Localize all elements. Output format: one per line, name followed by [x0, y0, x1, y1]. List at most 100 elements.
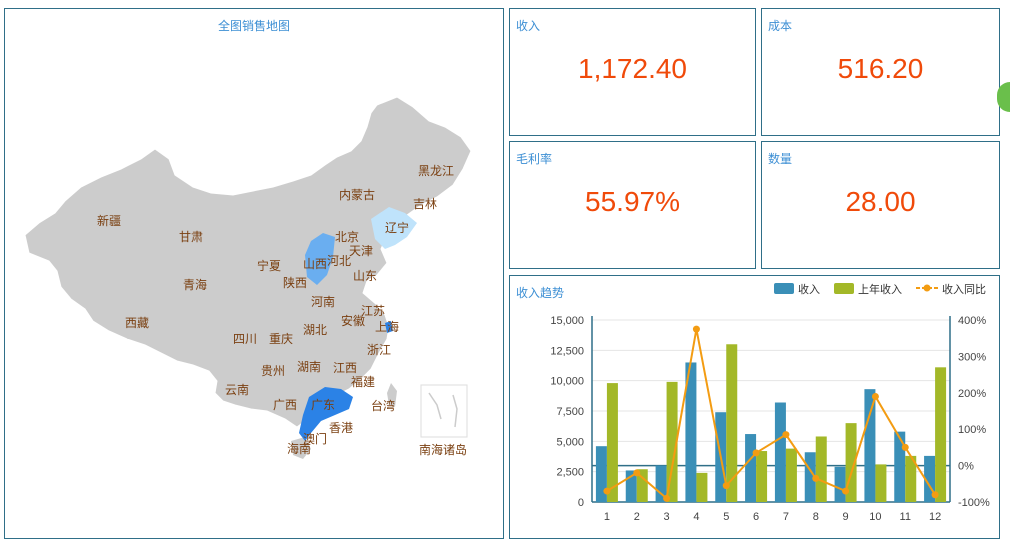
y-left-tick-label: 12,500: [550, 345, 584, 357]
legend-label: 上年收入: [858, 282, 902, 296]
province-label: 黑龙江: [418, 164, 454, 178]
province-label: 山东: [353, 269, 377, 283]
province-label: 贵州: [261, 364, 285, 378]
yoy-point[interactable]: [812, 474, 820, 482]
bar-last-year-revenue[interactable]: [815, 436, 827, 502]
y-right-tick-label: 100%: [958, 424, 986, 436]
y-left-tick-label: 10,000: [550, 376, 584, 388]
china-outline: [24, 96, 472, 428]
kpi-label: 数量: [768, 152, 793, 166]
x-tick-label: 9: [843, 511, 849, 523]
kpi-value: 28.00: [845, 186, 916, 217]
bar-last-year-revenue[interactable]: [756, 451, 768, 502]
province-label: 台湾: [371, 398, 395, 413]
inset-label: 南海诸岛: [419, 442, 467, 457]
province-label: 广东: [311, 398, 335, 412]
sales-map-panel: 全图销售地图 黑龙江 吉林 内蒙古 辽宁 新疆 甘肃 北京 天津 河北 山西 宁夏 青海 陕西 山东 河南江…: [4, 8, 504, 539]
y-right-tick-label: 0%: [958, 461, 974, 473]
y-left-tick-label: 15,000: [550, 315, 584, 327]
revenue-trend-panel: 收入趋势 0 2,500 5,000 7,500 10,000 12,500 15,000-…: [509, 275, 1000, 539]
x-tick-label: 4: [693, 511, 699, 523]
province-label: 海南: [287, 441, 311, 456]
province-label: 天津: [349, 244, 373, 258]
y-left-tick-label: 7,500: [556, 406, 584, 418]
province-label: 山西: [303, 257, 327, 271]
province-label: 河北: [327, 254, 351, 268]
yoy-point[interactable]: [603, 487, 611, 495]
bar-revenue[interactable]: [864, 389, 876, 502]
province-label: 辽宁: [385, 220, 409, 235]
bar-revenue[interactable]: [834, 466, 846, 502]
yoy-point[interactable]: [633, 469, 641, 477]
bar-last-year-revenue[interactable]: [785, 448, 797, 502]
y-left-tick-label: 2,500: [556, 467, 584, 479]
x-tick-label: 10: [869, 511, 881, 523]
yoy-point[interactable]: [782, 431, 790, 439]
bar-last-year-revenue[interactable]: [935, 367, 947, 502]
kpi-card-revenue: 收入 1,172.40: [509, 8, 756, 136]
yoy-point[interactable]: [871, 392, 879, 400]
bar-last-year-revenue[interactable]: [696, 472, 708, 502]
province-label: 宁夏: [257, 258, 281, 273]
province-label: 西藏: [125, 316, 149, 330]
bar-revenue[interactable]: [745, 434, 757, 502]
province-label: 香港: [329, 421, 353, 435]
kpi-label: 毛利率: [516, 152, 553, 166]
y-right-tick-label: -100%: [958, 497, 990, 509]
x-tick-label: 2: [634, 511, 640, 523]
x-tick-label: 1: [604, 511, 610, 523]
province-label: 重庆: [269, 332, 293, 346]
yoy-point[interactable]: [663, 494, 671, 502]
kpi-card-gross-margin: 毛利率 55.97%: [509, 141, 756, 269]
x-tick-label: 8: [813, 511, 819, 523]
yoy-point[interactable]: [901, 443, 909, 451]
province-label: 上海: [375, 319, 399, 334]
kpi-value: 55.97%: [585, 186, 680, 217]
bar-revenue[interactable]: [774, 402, 786, 502]
kpi-value: 1,172.40: [578, 53, 687, 84]
kpi-card-quantity: 数量 28.00: [761, 141, 1000, 269]
x-tick-label: 7: [783, 511, 789, 523]
province-label: 四川: [233, 332, 257, 346]
bar-last-year-revenue[interactable]: [606, 383, 618, 502]
china-map[interactable]: 黑龙江吉林内蒙古辽宁新疆甘肃 北京天津河北山西宁夏青海 陕西 山东河南江苏安徽 上海西藏…: [5, 9, 503, 529]
province-label: 新疆: [97, 213, 121, 228]
south-china-sea-inset: [420, 384, 468, 438]
province-label: 内蒙古: [339, 187, 375, 202]
legend-swatch-revenue: [774, 283, 794, 294]
kpi-card-cost: 成本 516.20: [761, 8, 1000, 136]
x-tick-label: 3: [664, 511, 670, 523]
kpi-value: 516.20: [837, 53, 924, 84]
y-right-tick-label: 400%: [958, 315, 986, 327]
province-label: 广西: [273, 398, 297, 412]
legend-label: 收入同比: [942, 282, 986, 296]
province-label: 北京: [335, 230, 359, 244]
yoy-point[interactable]: [722, 482, 730, 490]
province-label: 甘肃: [179, 230, 203, 244]
legend-marker-yoy: [923, 284, 931, 292]
x-tick-label: 12: [929, 511, 941, 523]
y-left-tick-label: 0: [578, 497, 584, 509]
province-label: 福建: [351, 374, 375, 389]
yoy-point[interactable]: [752, 449, 760, 457]
y-left-tick-label: 5,000: [556, 436, 584, 448]
province-label: 青海: [183, 277, 207, 292]
kpi-label: 成本: [768, 19, 793, 33]
yoy-point[interactable]: [842, 487, 850, 495]
kpi-label: 收入: [516, 19, 541, 33]
legend-label: 收入: [798, 282, 820, 296]
yoy-point[interactable]: [692, 325, 700, 333]
province-label: 浙江: [367, 343, 391, 357]
province-label: 湖南: [297, 359, 321, 374]
revenue-trend-chart[interactable]: 0 2,500 5,000 7,500 10,000 12,500 15,000 -100% 0…: [510, 276, 999, 538]
y-right-tick-label: 300%: [958, 351, 986, 363]
province-label: 安徽: [341, 313, 365, 328]
x-tick-label: 11: [900, 511, 911, 523]
province-label: 湖北: [303, 322, 327, 337]
province-label: 云南: [225, 382, 249, 397]
bar-revenue[interactable]: [894, 431, 906, 502]
legend-swatch-last-year: [834, 283, 854, 294]
province-label: 吉林: [413, 197, 437, 211]
yoy-point[interactable]: [931, 491, 939, 499]
bar-last-year-revenue[interactable]: [875, 464, 887, 502]
